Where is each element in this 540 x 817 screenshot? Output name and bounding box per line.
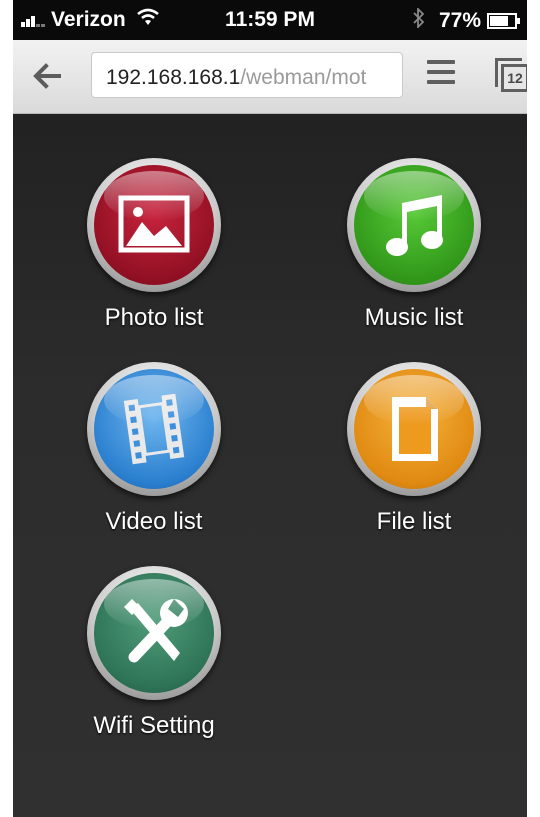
video-list-badge (87, 362, 221, 496)
photo-list-button[interactable]: Photo list (59, 158, 249, 332)
browser-toolbar: 192.168.168.1/webman/mot 12 (13, 40, 527, 114)
back-arrow-icon (33, 63, 61, 89)
music-note-icon (386, 195, 443, 256)
photo-list-label: Photo list (104, 304, 204, 331)
tools-icon (124, 599, 188, 663)
status-right: 77% (413, 6, 520, 34)
battery-percent: 77% (438, 9, 481, 32)
file-list-badge (347, 362, 481, 496)
back-button[interactable] (27, 56, 67, 96)
wifi-setting-badge (87, 566, 221, 700)
menu-icon[interactable] (427, 60, 455, 92)
music-list-badge (347, 158, 481, 292)
url-path: /webman/mot (240, 66, 367, 89)
battery-icon (487, 13, 520, 29)
url-field[interactable]: 192.168.168.1/webman/mot (91, 52, 403, 98)
tab-count: 12 (501, 64, 527, 92)
wifi-setting-button[interactable]: Wifi Setting (59, 566, 249, 740)
music-list-label: Music list (364, 304, 464, 331)
bluetooth-icon (413, 6, 425, 34)
url-host: 192.168.168.1 (106, 66, 241, 89)
film-strip-icon (123, 393, 185, 465)
status-bar: Verizon 11:59 PM 77% (13, 0, 527, 40)
music-list-button[interactable]: Music list (319, 158, 509, 332)
phone-screen: Verizon 11:59 PM 77% 192.168.168.1/webma… (13, 0, 527, 817)
video-list-button[interactable]: Video list (59, 362, 249, 536)
file-list-button[interactable]: File list (319, 362, 509, 536)
photo-icon (118, 195, 190, 253)
wifi-setting-label: Wifi Setting (93, 712, 215, 739)
tabs-icon[interactable]: 12 (495, 58, 527, 94)
document-icon (392, 397, 438, 461)
file-list-label: File list (376, 508, 452, 535)
photo-list-badge (87, 158, 221, 292)
video-list-label: Video list (105, 508, 203, 535)
app-menu: Photo list Music list Video list File li… (13, 114, 527, 817)
